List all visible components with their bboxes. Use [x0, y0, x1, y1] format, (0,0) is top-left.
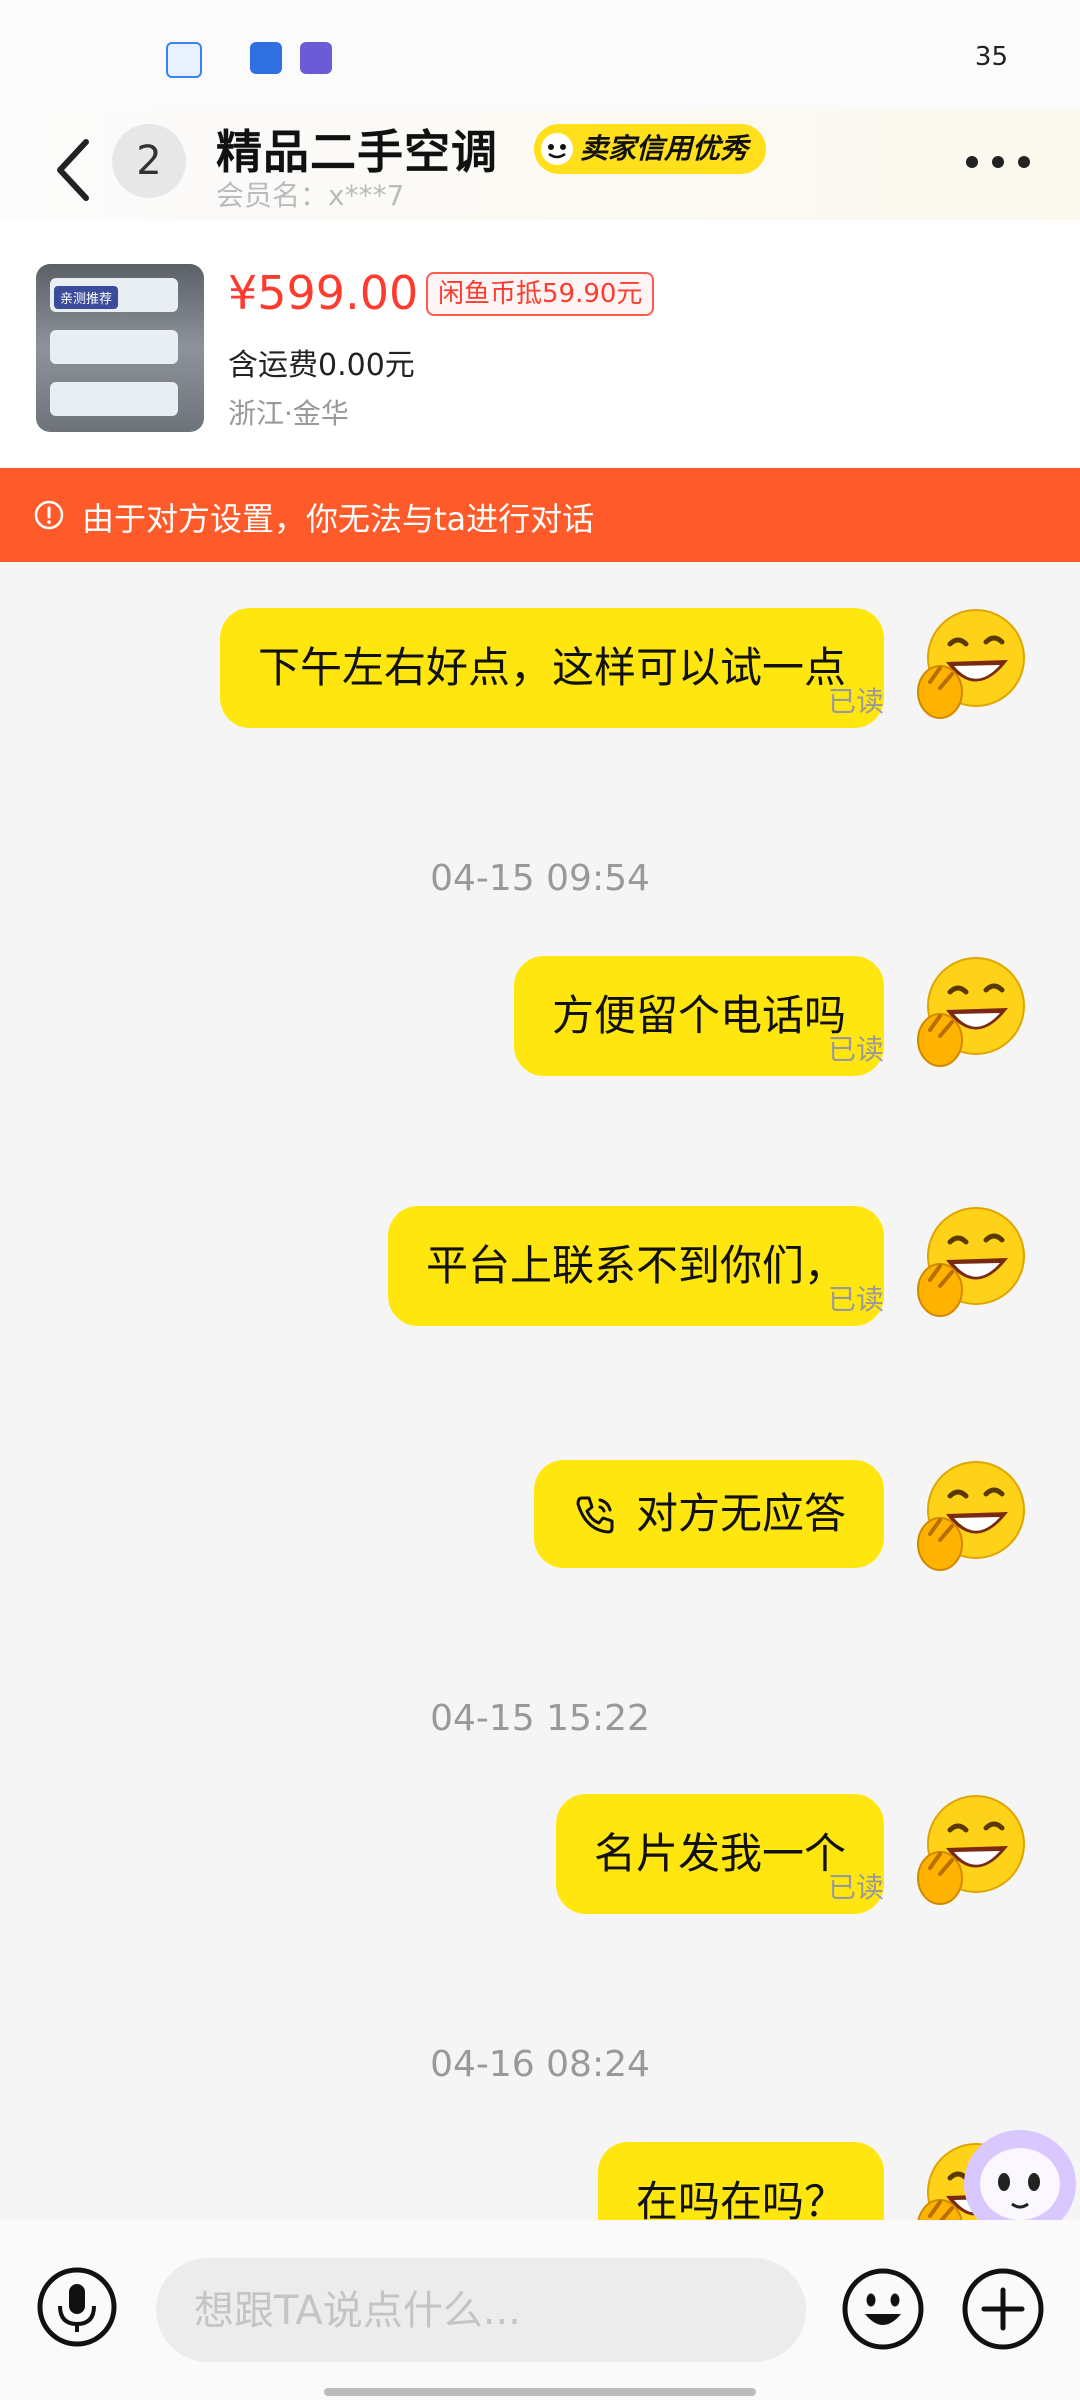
message-bubble[interactable]: 平台上联系不到你们，: [387, 1206, 884, 1326]
alert-circle-icon: [34, 500, 64, 530]
warning-text: 由于对方设置，你无法与ta进行对话: [82, 500, 595, 538]
home-indicator[interactable]: [324, 2388, 756, 2396]
warning-banner: 由于对方设置，你无法与ta进行对话: [0, 468, 1080, 562]
microphone-icon[interactable]: [36, 2266, 118, 2348]
message-bubble[interactable]: 下午左右好点，这样可以试一点: [219, 608, 884, 728]
read-status: 已读: [827, 1871, 884, 1904]
read-status: 已读: [827, 1283, 884, 1316]
product-card[interactable]: 亲测推荐 ¥599.00 闲鱼币抵59.90元 含运费0.00元 浙江·金华: [0, 220, 1080, 468]
phone-call-icon: [576, 1496, 614, 1533]
timestamp: 04-15 09:54: [430, 858, 650, 899]
shipping-fee: 含运费0.00元: [228, 348, 415, 383]
battery-level: 35: [974, 42, 1008, 72]
input-bar: [0, 2220, 1080, 2400]
conversation-title: 精品二手空调: [216, 125, 498, 179]
add-icon[interactable]: [960, 2266, 1046, 2352]
more-options-icon[interactable]: [966, 152, 1030, 172]
member-name: 会员名：x***7: [216, 179, 405, 212]
user-avatar[interactable]: [910, 950, 1030, 1070]
call-status-text: 对方无应答: [635, 1489, 846, 1538]
thumbnail-tag: 亲测推荐: [54, 286, 119, 309]
status-bar: 35: [0, 0, 1080, 110]
user-avatar[interactable]: [910, 1788, 1030, 1908]
product-price: ¥599.00: [228, 266, 419, 320]
timestamp: 04-15 15:22: [430, 1698, 650, 1739]
user-avatar[interactable]: [910, 1200, 1030, 1320]
back-arrow-icon[interactable]: [48, 130, 108, 210]
product-thumbnail[interactable]: 亲测推荐: [36, 264, 204, 432]
product-location: 浙江·金华: [228, 397, 349, 430]
read-status: 已读: [827, 1033, 884, 1066]
timestamp: 04-16 08:24: [430, 2044, 650, 2085]
seller-credit-badge[interactable]: 卖家信用优秀: [534, 124, 767, 174]
message-input-wrapper: [156, 2258, 806, 2364]
chat-header: 2 精品二手空调 卖家信用优秀 会员名：x***7: [0, 110, 1080, 220]
assistant-mascot-icon[interactable]: [950, 2112, 1080, 2220]
location-app-icon: [166, 42, 202, 78]
emoji-icon[interactable]: [840, 2266, 926, 2352]
message-list[interactable]: 下午左右好点，这样可以试一点 已读 04-15 09:54 方便留个电话吗 已读…: [0, 562, 1080, 2220]
user-avatar[interactable]: [910, 1454, 1030, 1574]
message-input[interactable]: [192, 2258, 776, 2364]
unread-count-badge: 2: [112, 124, 186, 198]
message-bubble[interactable]: 在吗在吗？: [597, 2142, 884, 2220]
read-status: 已读: [827, 685, 884, 718]
call-record-bubble[interactable]: 对方无应答: [533, 1460, 884, 1568]
seller-credit-label: 卖家信用优秀: [580, 132, 749, 165]
tie-app-icon: [300, 42, 332, 74]
smile-icon: [541, 133, 573, 165]
coin-deduct-tag: 闲鱼币抵59.90元: [426, 272, 655, 316]
user-avatar[interactable]: [910, 602, 1030, 722]
1688-app-icon: [250, 42, 282, 74]
